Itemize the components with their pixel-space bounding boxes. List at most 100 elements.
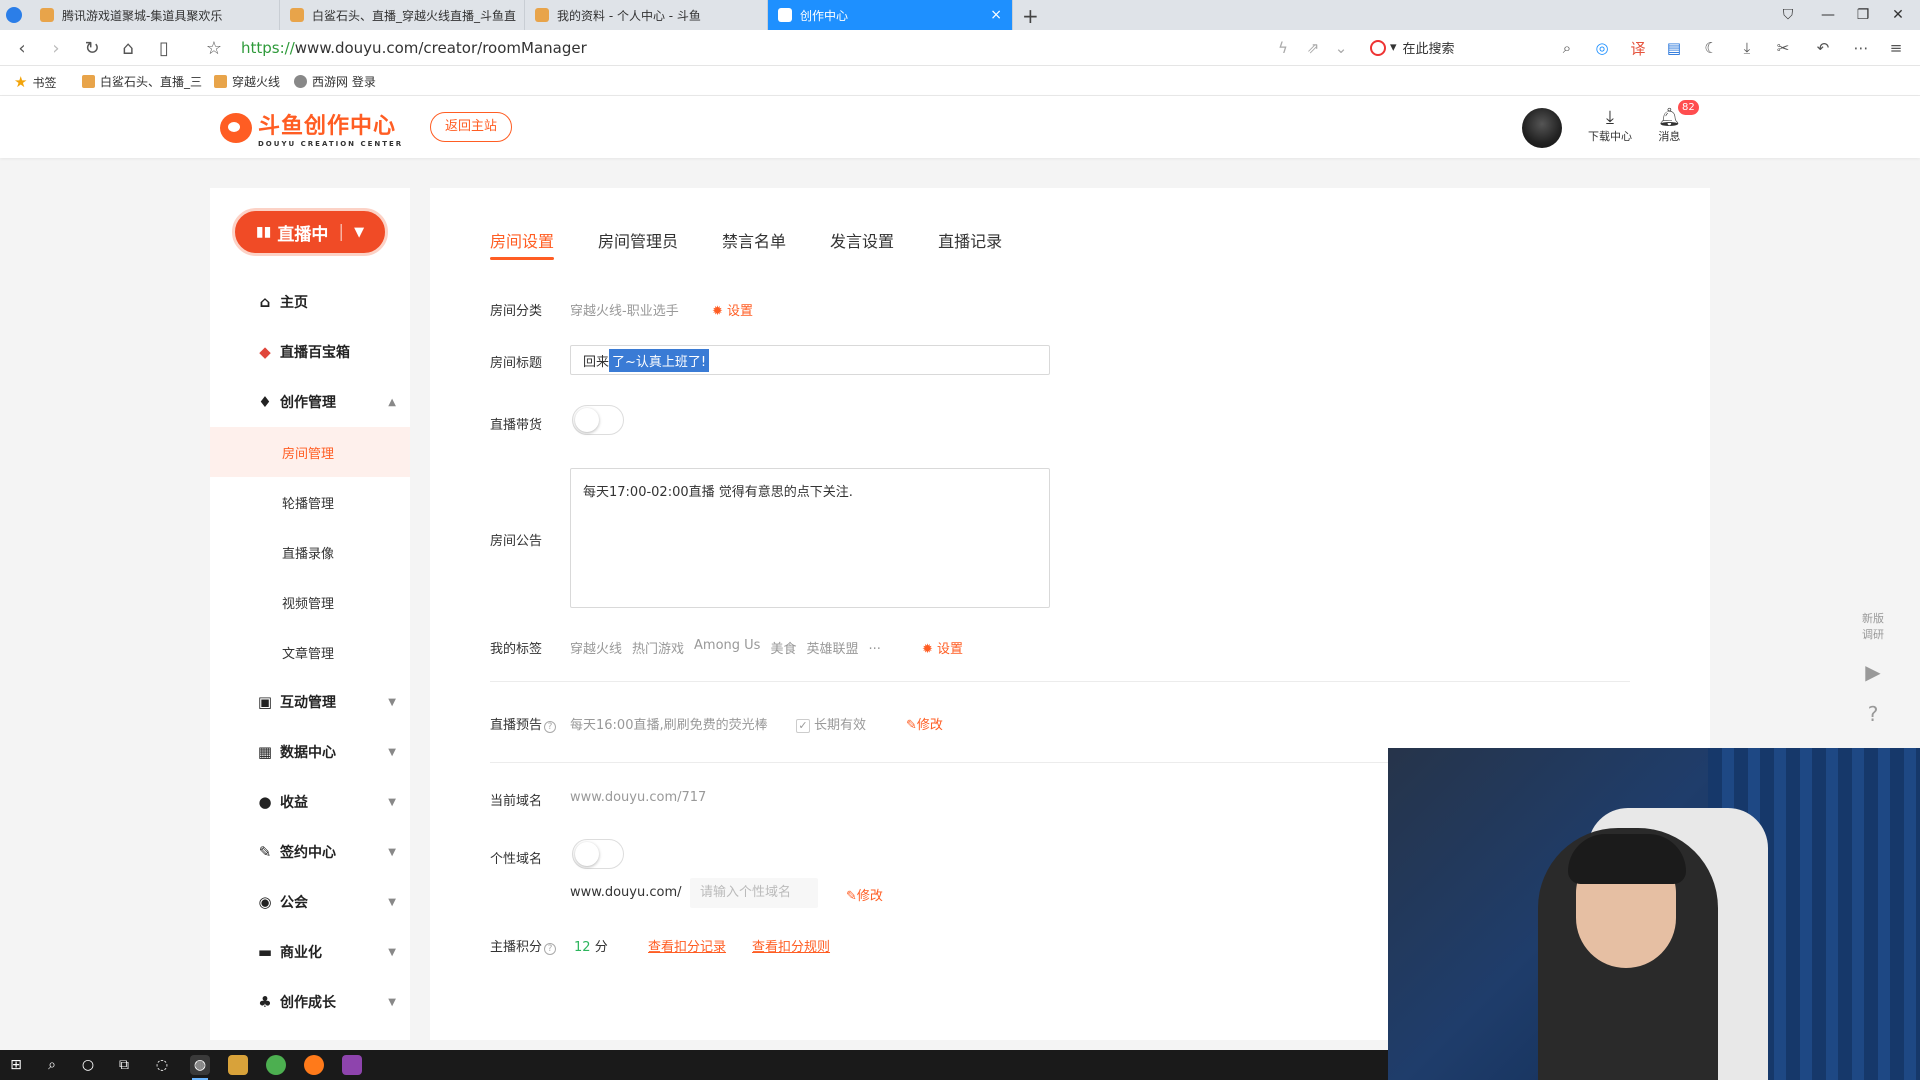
download-center-button[interactable]: ⤓ 下载中心	[1588, 108, 1632, 144]
modify-label: 修改	[916, 718, 943, 733]
room-title-selected-text: 了~认真上班了!	[609, 348, 710, 372]
sidebar-subitem-articles[interactable]: 文章管理	[210, 627, 410, 677]
bell-icon: 🔔︎	[1658, 107, 1681, 128]
sidebar-subitem-carousel[interactable]: 轮播管理	[210, 477, 410, 527]
app-icon[interactable]	[304, 1055, 324, 1075]
task-view-icon[interactable]: ⧉	[114, 1055, 134, 1075]
search-icon[interactable]: ⌕	[42, 1055, 62, 1075]
bookmark-item[interactable]: 穿越火线	[214, 73, 280, 90]
live-goods-toggle[interactable]	[572, 405, 624, 435]
back-icon[interactable]: ‹	[10, 36, 34, 60]
sidebar-item-growth[interactable]: ♣ 创作成长 ▼	[210, 977, 410, 1027]
app-icon[interactable]	[342, 1055, 362, 1075]
live-status-button[interactable]: ▮▮ 直播中 | ▼	[232, 208, 388, 256]
sidebar-subitem-room-management[interactable]: 房间管理	[210, 427, 410, 477]
chevron-down-icon: ▼	[388, 896, 396, 908]
windows-start-icon[interactable]: ⊞	[6, 1055, 26, 1075]
bookmark-item[interactable]: 西游网 登录	[294, 73, 376, 90]
new-tab-button[interactable]: +	[1022, 4, 1039, 28]
browser-tab[interactable]: 腾讯游戏道聚城-集道具聚欢乐	[30, 0, 280, 30]
room-notice-textarea[interactable]: 每天17:00-02:00直播 觉得有意思的点下关注.	[570, 468, 1050, 608]
tab-chat-settings[interactable]: 发言设置	[830, 228, 894, 260]
office-icon[interactable]: ▤	[1663, 37, 1685, 59]
sidebar-item-creation-management[interactable]: ♦ 创作管理 ▲	[210, 377, 410, 427]
close-window-icon[interactable]: ✕	[1878, 0, 1918, 30]
sidebar-item-guild[interactable]: ◉ 公会 ▼	[210, 877, 410, 927]
app-icon[interactable]	[266, 1055, 286, 1075]
help-icon[interactable]: ?	[544, 943, 557, 955]
bookmark-manager-icon[interactable]: ⛉	[1768, 0, 1808, 30]
close-tab-icon[interactable]: ×	[990, 7, 1002, 23]
chevron-down-icon[interactable]: ⌄	[1330, 37, 1352, 59]
preview-modify-link[interactable]: ✎修改	[906, 714, 943, 733]
help-icon[interactable]: ?	[544, 721, 557, 733]
custom-domain-toggle[interactable]	[572, 839, 624, 869]
app-icon[interactable]	[228, 1055, 248, 1075]
screenshot-icon[interactable]: ✂	[1772, 37, 1794, 59]
restore-icon[interactable]: ❐	[1843, 0, 1883, 30]
browser-app-icon[interactable]: ◍	[190, 1055, 210, 1080]
lightning-icon[interactable]: ϟ	[1272, 37, 1294, 59]
menu-icon[interactable]: ≡	[1885, 37, 1907, 59]
sidebar-item-contract[interactable]: ✎ 签约中心 ▼	[210, 827, 410, 877]
cube-icon: ◆	[259, 343, 271, 361]
forward-icon[interactable]: ›	[44, 36, 68, 60]
browser-tab[interactable]: 我的资料 - 个人中心 - 斗鱼	[525, 0, 768, 30]
tab-room-admins[interactable]: 房间管理员	[598, 228, 678, 260]
survey-button[interactable]: 新版调研	[1859, 610, 1887, 642]
browser-tab-active[interactable]: 创作中心 ×	[768, 0, 1013, 30]
sidebar-subitem-videos[interactable]: 视频管理	[210, 577, 410, 627]
settings-tabs: 房间设置 房间管理员 禁言名单 发言设置 直播记录	[490, 228, 1046, 260]
tab-live-records[interactable]: 直播记录	[938, 228, 1002, 260]
search-box[interactable]: ▾ 在此搜索	[1370, 38, 1455, 57]
messages-button[interactable]: 🔔︎ 消息	[1658, 108, 1681, 144]
undo-icon[interactable]: ↶	[1812, 37, 1834, 59]
translate-icon[interactable]: 译	[1627, 37, 1649, 59]
address-bar: ‹ › ↻ ⌂ ▯ ☆ https://www.douyu.com/creato…	[0, 30, 1920, 66]
url-field[interactable]: https://www.douyu.com/creator/roomManage…	[241, 39, 587, 57]
long-term-checkbox[interactable]: ✓ 长期有效	[796, 714, 866, 733]
bookmark-folder[interactable]: ★ 书签	[14, 73, 56, 91]
sidebar-item-label: 直播百宝箱	[280, 345, 350, 361]
tags-settings-link[interactable]: ✹ 设置	[922, 638, 963, 657]
domain-modify-link[interactable]: ✎修改	[846, 885, 883, 904]
app-icon[interactable]: ◌	[152, 1055, 172, 1075]
sidebar-item-commercial[interactable]: ▬ 商业化 ▼	[210, 927, 410, 977]
category-settings-link[interactable]: ✹ 设置	[712, 300, 753, 319]
more-icon[interactable]: ⋯	[1850, 37, 1872, 59]
home-icon[interactable]: ⌂	[116, 36, 140, 60]
reader-icon[interactable]: ▯	[152, 36, 176, 60]
deduct-rules-link[interactable]: 查看扣分规则	[752, 936, 830, 955]
share-icon[interactable]: ⇗	[1302, 37, 1324, 59]
extension-icon[interactable]: ◎	[1591, 37, 1613, 59]
reload-icon[interactable]: ↻	[80, 36, 104, 60]
favorite-star-icon[interactable]: ☆	[202, 36, 226, 60]
sidebar-item-revenue[interactable]: ● 收益 ▼	[210, 777, 410, 827]
back-to-main-site-button[interactable]: 返回主站	[430, 112, 513, 142]
sidebar-item-data-center[interactable]: ▦ 数据中心 ▼	[210, 727, 410, 777]
minimize-icon[interactable]: —	[1808, 0, 1848, 30]
tab-room-settings[interactable]: 房间设置	[490, 228, 555, 260]
sidebar-item-toolbox[interactable]: ◆ 直播百宝箱	[210, 327, 410, 377]
tab-title: 创作中心	[800, 8, 849, 23]
avatar[interactable]	[1522, 108, 1562, 148]
edit-icon: ✎	[846, 889, 857, 904]
night-mode-icon[interactable]: ☾	[1700, 37, 1722, 59]
cortana-icon[interactable]: ○	[78, 1055, 98, 1075]
deduct-record-link[interactable]: 查看扣分记录	[648, 936, 726, 955]
sidebar-item-home[interactable]: ⌂ 主页	[210, 277, 410, 327]
help-icon[interactable]: ?	[1848, 702, 1898, 726]
video-icon[interactable]: ▶	[1848, 660, 1898, 684]
sidebar-subitem-recordings[interactable]: 直播录像	[210, 527, 410, 577]
tag-item: 热门游戏	[632, 642, 685, 657]
custom-domain-input[interactable]: 请输入个性域名	[690, 878, 818, 908]
search-icon[interactable]: ⌕	[1556, 37, 1578, 59]
download-icon[interactable]: ⤓	[1736, 37, 1758, 59]
bookmark-item[interactable]: 白鲨石头、直播_三	[82, 73, 202, 90]
douyu-creator-logo[interactable]: 斗鱼创作中心 DOUYU CREATION CENTER	[220, 108, 403, 148]
browser-tab[interactable]: 白鲨石头、直播_穿越火线直播_斗鱼直	[280, 0, 525, 30]
room-title-input[interactable]: 回来 了~认真上班了!	[570, 345, 1050, 375]
tab-mute-list[interactable]: 禁言名单	[722, 228, 786, 260]
sidebar-item-label: 公会	[280, 895, 308, 911]
sidebar-item-interaction[interactable]: ▣ 互动管理 ▼	[210, 677, 410, 727]
